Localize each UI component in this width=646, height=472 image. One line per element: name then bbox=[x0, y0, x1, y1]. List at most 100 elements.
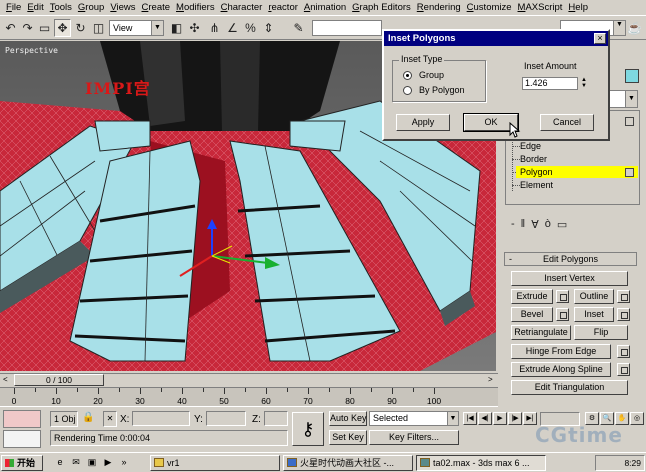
object-color-swatch[interactable] bbox=[625, 69, 639, 83]
group-radio[interactable] bbox=[403, 71, 412, 80]
polygon-toggle-icon[interactable] bbox=[625, 168, 634, 177]
key-filters-button[interactable]: Key Filters... bbox=[369, 430, 459, 445]
snap-icon[interactable]: ⋔ bbox=[206, 19, 223, 37]
set-key-button[interactable]: Set Key bbox=[329, 430, 367, 445]
move-icon[interactable]: ✥ bbox=[54, 19, 71, 37]
desktop-icon[interactable]: ▣ bbox=[86, 457, 98, 469]
make-unique-icon[interactable]: ∀ bbox=[531, 218, 539, 236]
inset-settings-icon[interactable] bbox=[617, 308, 630, 321]
quicklaunch-icon[interactable]: » bbox=[118, 457, 130, 469]
menu-create[interactable]: Create bbox=[139, 2, 174, 13]
outline-settings-icon[interactable] bbox=[617, 290, 630, 303]
absolute-mode-icon[interactable]: ✕ bbox=[103, 411, 117, 427]
play-icon[interactable]: ▶ bbox=[493, 412, 507, 425]
stack-item-edge[interactable]: Edge bbox=[516, 140, 638, 152]
extrude-settings-icon[interactable] bbox=[556, 290, 569, 303]
stack-toggle-icon[interactable] bbox=[625, 117, 634, 126]
by-polygon-radio[interactable] bbox=[403, 86, 412, 95]
scale-icon[interactable]: ◫ bbox=[90, 19, 107, 37]
menu-graph-editors[interactable]: Graph Editors bbox=[349, 2, 414, 13]
by-polygon-radio-label[interactable]: By Polygon bbox=[419, 85, 465, 95]
menu-maxscript[interactable]: MAXScript bbox=[515, 2, 566, 13]
inset-button[interactable]: Inset bbox=[574, 307, 614, 322]
edit-triangulation-button[interactable]: Edit Triangulation bbox=[511, 380, 628, 395]
inset-amount-spinner[interactable]: 1.426 ▲ ▼ bbox=[522, 77, 587, 90]
rotate-icon[interactable]: ↻ bbox=[72, 19, 89, 37]
teapot-icon[interactable]: ☕ bbox=[626, 19, 643, 37]
prev-frame-icon[interactable]: < bbox=[3, 375, 8, 384]
media-icon[interactable]: ▶ bbox=[102, 457, 114, 469]
outlook-icon[interactable]: ✉ bbox=[70, 457, 82, 469]
bevel-settings-icon[interactable] bbox=[556, 308, 569, 321]
menu-modifiers[interactable]: Modifiers bbox=[173, 2, 218, 13]
extrude-spline-settings-icon[interactable] bbox=[617, 363, 630, 376]
dialog-titlebar[interactable]: Inset Polygons × bbox=[384, 31, 608, 46]
key-filter-select[interactable]: Selected ▼ bbox=[369, 411, 459, 426]
show-end-result-icon[interactable]: ‖ bbox=[521, 218, 526, 236]
orbit-icon[interactable]: ◎ bbox=[630, 412, 644, 425]
stack-item-border[interactable]: Border bbox=[516, 153, 638, 165]
pivot-icon[interactable]: ◧ bbox=[168, 19, 185, 37]
reference-coordinate-select[interactable]: View ▼ bbox=[109, 20, 164, 36]
viewport-label[interactable]: Perspective bbox=[5, 46, 58, 55]
prev-key-icon[interactable]: ◀| bbox=[478, 412, 492, 425]
inset-amount-value[interactable]: 1.426 bbox=[525, 78, 548, 88]
extrude-button[interactable]: Extrude bbox=[511, 289, 553, 304]
configure-sets-icon[interactable]: ▭ bbox=[557, 218, 567, 236]
extrude-along-spline-button[interactable]: Extrude Along Spline bbox=[511, 362, 611, 377]
stack-item-element[interactable]: Element bbox=[516, 179, 638, 191]
named-sets-icon[interactable]: ✎ bbox=[290, 19, 307, 37]
spinner-snap-icon[interactable]: ⇕ bbox=[260, 19, 277, 37]
close-button[interactable]: × bbox=[594, 33, 606, 44]
task-vr1[interactable]: vr1 bbox=[150, 455, 280, 471]
insert-vertex-button[interactable]: Insert Vertex bbox=[511, 271, 628, 286]
y-coordinate-field[interactable] bbox=[206, 411, 246, 426]
remove-modifier-icon[interactable]: ò bbox=[545, 218, 551, 236]
x-coordinate-field[interactable] bbox=[132, 411, 190, 426]
task-browser[interactable]: 火星时代动画大社区 -... bbox=[283, 455, 413, 471]
menu-animation[interactable]: Animation bbox=[301, 2, 349, 13]
menu-edit[interactable]: Edit bbox=[24, 2, 46, 13]
percent-snap-icon[interactable]: % bbox=[242, 19, 259, 37]
edit-polygons-rollout[interactable]: - Edit Polygons bbox=[504, 252, 637, 266]
hinge-settings-icon[interactable] bbox=[617, 345, 630, 358]
bevel-button[interactable]: Bevel bbox=[511, 307, 553, 322]
menu-help[interactable]: Help bbox=[565, 2, 591, 13]
maxscript-listener-white[interactable] bbox=[3, 430, 41, 448]
group-radio-label[interactable]: Group bbox=[419, 70, 444, 80]
key-mode-icon[interactable]: ⚷ bbox=[292, 412, 324, 446]
flip-button[interactable]: Flip bbox=[574, 325, 628, 340]
time-slider[interactable]: 0 / 100 bbox=[14, 374, 104, 386]
spinner-arrows-icon[interactable]: ▲ ▼ bbox=[579, 77, 589, 90]
retriangulate-button[interactable]: Retriangulate bbox=[511, 325, 571, 340]
named-selection-field[interactable] bbox=[312, 20, 382, 36]
next-frame-icon[interactable]: > bbox=[488, 375, 493, 384]
redo-icon[interactable]: ↷ bbox=[19, 19, 36, 37]
outline-button[interactable]: Outline bbox=[574, 289, 614, 304]
stack-item-polygon[interactable]: Polygon bbox=[516, 166, 638, 178]
track-bar[interactable]: 0 10 20 30 40 50 60 70 80 90 100 bbox=[0, 387, 498, 407]
angle-snap-icon[interactable]: ∠ bbox=[224, 19, 241, 37]
apply-button[interactable]: Apply bbox=[396, 114, 450, 131]
task-3dsmax[interactable]: ta02.max - 3ds max 6 ... bbox=[416, 455, 546, 471]
pin-stack-icon[interactable]: - bbox=[511, 218, 515, 236]
maxscript-listener-pink[interactable] bbox=[3, 410, 41, 428]
goto-start-icon[interactable]: |◀ bbox=[463, 412, 477, 425]
start-button[interactable]: 开始 bbox=[1, 455, 43, 471]
hinge-from-edge-button[interactable]: Hinge From Edge bbox=[511, 344, 611, 359]
manipulate-icon[interactable]: ✣ bbox=[186, 19, 203, 37]
menu-reactor[interactable]: reactor bbox=[265, 2, 301, 13]
undo-icon[interactable]: ↶ bbox=[2, 19, 19, 37]
menu-views[interactable]: Views bbox=[107, 2, 138, 13]
menu-file[interactable]: File bbox=[3, 2, 24, 13]
cancel-button[interactable]: Cancel bbox=[540, 114, 594, 131]
ie-icon[interactable]: e bbox=[54, 457, 66, 469]
menu-group[interactable]: Group bbox=[75, 2, 107, 13]
menu-customize[interactable]: Customize bbox=[464, 2, 515, 13]
menu-tools[interactable]: Tools bbox=[47, 2, 75, 13]
select-icon[interactable]: ▭ bbox=[36, 19, 53, 37]
next-key-icon[interactable]: |▶ bbox=[508, 412, 522, 425]
menu-character[interactable]: Character bbox=[218, 2, 266, 13]
menu-rendering[interactable]: Rendering bbox=[414, 2, 464, 13]
z-coordinate-field[interactable] bbox=[264, 411, 288, 426]
